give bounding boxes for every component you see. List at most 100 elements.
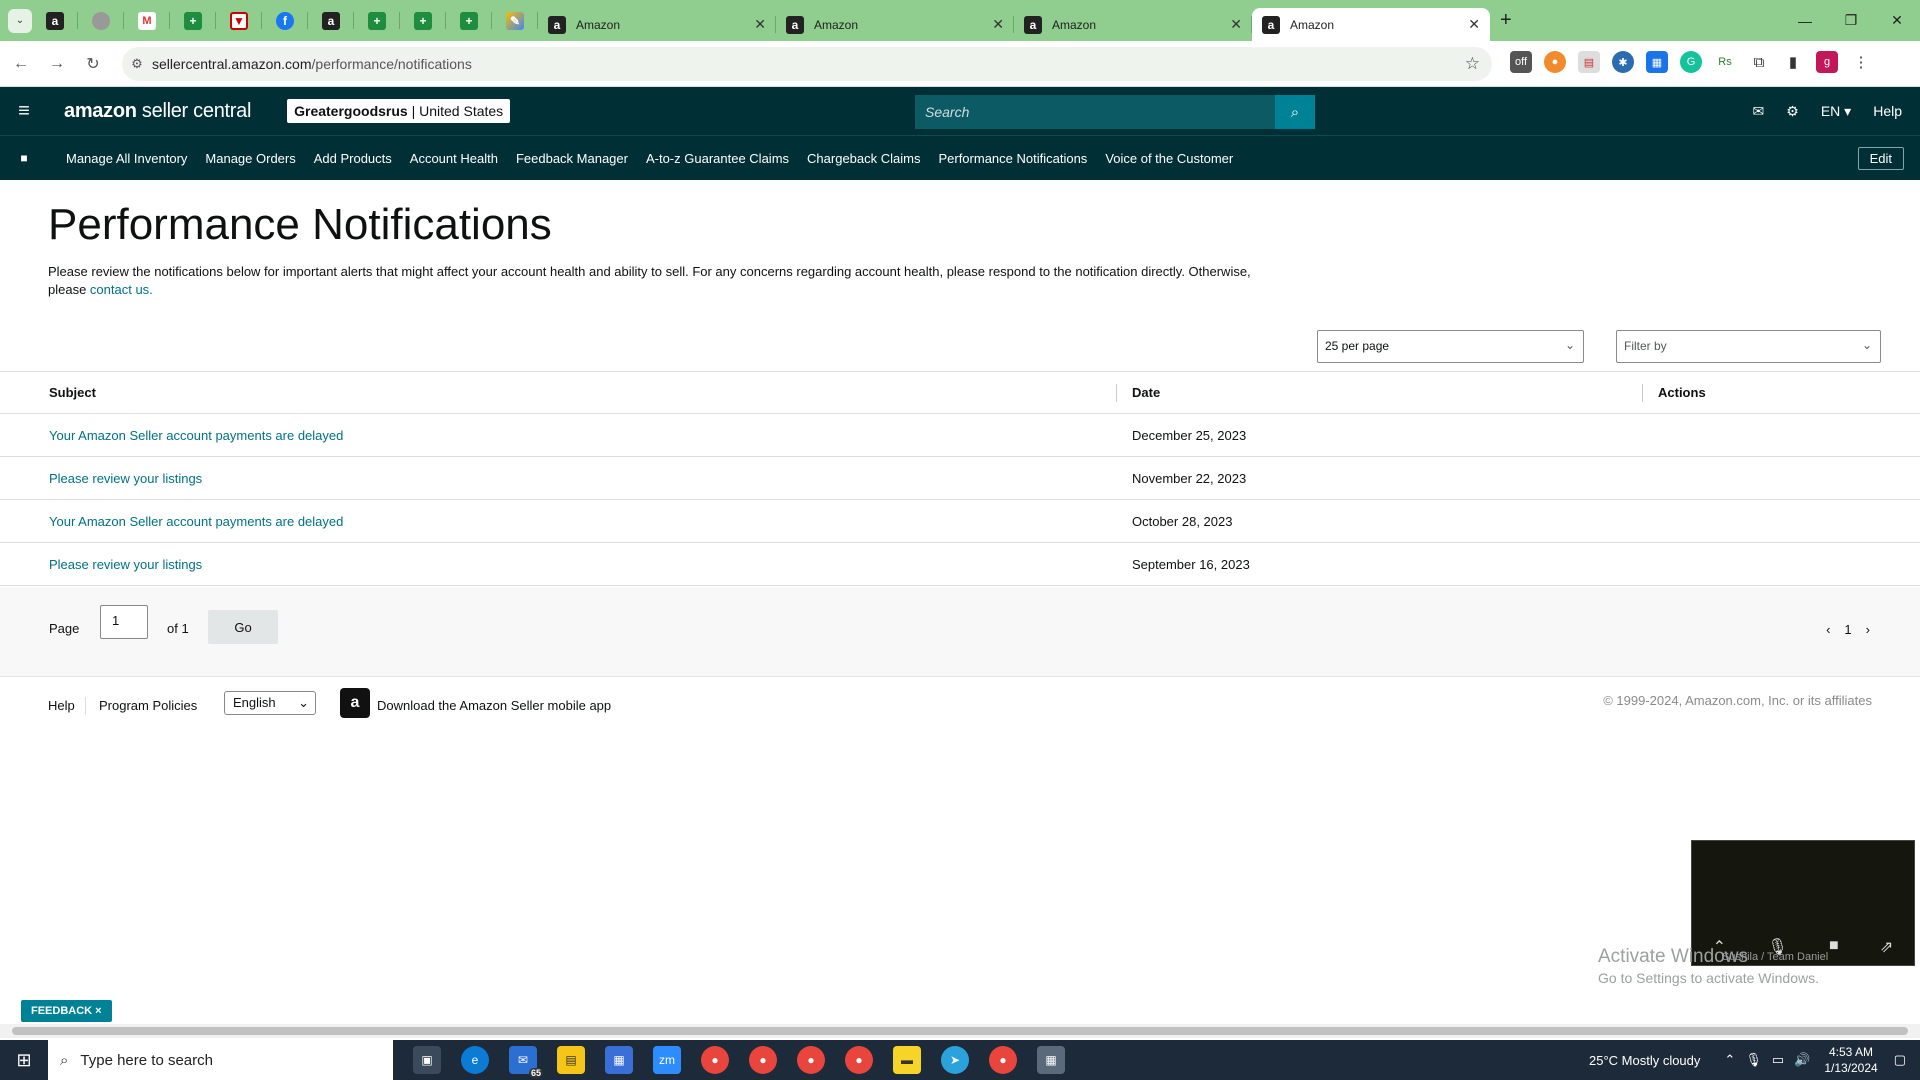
- pinned-tab[interactable]: M: [124, 0, 170, 41]
- nav-a-to-z-claims[interactable]: A-to-z Guarantee Claims: [646, 151, 789, 166]
- footer-language-select[interactable]: English ⌄: [224, 691, 316, 715]
- amazon-app-icon[interactable]: a: [340, 688, 370, 718]
- pinned-tab[interactable]: ✎: [492, 0, 538, 41]
- extension-orange-icon[interactable]: ●: [1544, 51, 1566, 73]
- pinned-tab[interactable]: +: [170, 0, 216, 41]
- filter-by-select[interactable]: Filter by ⌄: [1616, 330, 1881, 363]
- reload-icon[interactable]: ↻: [78, 54, 108, 74]
- clock[interactable]: 4:53 AM 1/13/2024: [1824, 1044, 1877, 1076]
- bookmark-star-icon[interactable]: ☆: [1465, 54, 1480, 74]
- minimize-icon[interactable]: —: [1782, 0, 1828, 41]
- zoom-icon[interactable]: zm: [653, 1046, 681, 1074]
- page-number-input[interactable]: 1: [100, 605, 148, 639]
- edge-icon[interactable]: e: [461, 1046, 489, 1074]
- pinned-tab[interactable]: [78, 0, 124, 41]
- subject-header[interactable]: Subject: [49, 385, 96, 400]
- windows-start-icon[interactable]: ⊞: [0, 1050, 48, 1071]
- close-icon[interactable]: ✕: [1468, 16, 1480, 33]
- hamburger-menu-icon[interactable]: ≡: [0, 100, 48, 123]
- scrollbar-thumb[interactable]: [12, 1027, 1908, 1035]
- chrome-icon[interactable]: ●: [749, 1046, 777, 1074]
- weather-widget[interactable]: 25°C Mostly cloudy: [1589, 1053, 1700, 1068]
- pinned-tab[interactable]: ▼: [216, 0, 262, 41]
- store-selector[interactable]: Greatergoodsrus | United States: [287, 99, 511, 123]
- chevron-up-icon[interactable]: ⌃: [1724, 1052, 1735, 1068]
- pinned-tab[interactable]: f: [262, 0, 308, 41]
- close-icon[interactable]: ✕: [1230, 16, 1242, 33]
- seller-central-logo[interactable]: amazon seller central: [64, 100, 251, 123]
- notification-subject-link[interactable]: Your Amazon Seller account payments are …: [49, 428, 343, 443]
- mail-icon[interactable]: ✉: [1753, 103, 1765, 120]
- pinned-tab[interactable]: +: [446, 0, 492, 41]
- extensions-puzzle-icon[interactable]: ⧉: [1748, 51, 1770, 73]
- notification-subject-link[interactable]: Please review your listings: [49, 557, 202, 572]
- microphone-icon[interactable]: 🎙: [1745, 1052, 1762, 1068]
- volume-icon[interactable]: 🔊: [1794, 1052, 1810, 1068]
- file-explorer-icon[interactable]: ▤: [557, 1046, 585, 1074]
- contact-us-link[interactable]: contact us.: [90, 282, 153, 297]
- bookmark-icon[interactable]: ■: [0, 151, 48, 165]
- store-icon[interactable]: ▦: [605, 1046, 633, 1074]
- program-policies-link[interactable]: Program Policies: [99, 698, 197, 713]
- browser-tab[interactable]: a Amazon ✕: [1252, 8, 1490, 41]
- chrome-icon[interactable]: ●: [701, 1046, 729, 1074]
- edit-nav-button[interactable]: Edit: [1857, 147, 1904, 170]
- search-input[interactable]: Search: [915, 95, 1275, 129]
- chrome-icon[interactable]: ●: [845, 1046, 873, 1074]
- date-header[interactable]: Date: [1132, 385, 1160, 400]
- extension-zoom-icon[interactable]: ▦: [1646, 51, 1668, 73]
- browser-tab[interactable]: a Amazon ✕: [776, 8, 1014, 41]
- feedback-button[interactable]: FEEDBACK ×: [21, 1000, 112, 1022]
- new-tab-button[interactable]: +: [1500, 9, 1512, 32]
- url-input[interactable]: ⚙ sellercentral.amazon.com/performance/n…: [122, 47, 1492, 81]
- notification-subject-link[interactable]: Your Amazon Seller account payments are …: [49, 514, 343, 529]
- language-selector[interactable]: EN ▾: [1821, 103, 1851, 120]
- extension-blue-icon[interactable]: ✱: [1612, 51, 1634, 73]
- nav-chargeback-claims[interactable]: Chargeback Claims: [807, 151, 920, 166]
- horizontal-scrollbar[interactable]: [0, 1024, 1920, 1038]
- go-button[interactable]: Go: [208, 610, 278, 644]
- chrome-icon[interactable]: ●: [989, 1046, 1017, 1074]
- browser-tab[interactable]: a Amazon ✕: [1014, 8, 1252, 41]
- taskbar-search-input[interactable]: ⌕ Type here to search: [48, 1040, 393, 1080]
- popout-icon[interactable]: ⇗: [1880, 937, 1893, 957]
- notification-icon[interactable]: ▢: [1894, 1052, 1906, 1068]
- current-page[interactable]: 1: [1844, 622, 1851, 637]
- browser-menu-icon[interactable]: ⋮: [1850, 51, 1872, 73]
- nav-performance-notifications[interactable]: Performance Notifications: [938, 151, 1087, 166]
- profile-avatar[interactable]: g: [1816, 51, 1838, 73]
- mail-icon[interactable]: ✉ 65: [509, 1046, 543, 1078]
- chevron-left-icon[interactable]: ‹: [1826, 622, 1830, 637]
- download-app-link[interactable]: Download the Amazon Seller mobile app: [377, 698, 611, 713]
- back-icon[interactable]: ←: [6, 55, 36, 73]
- network-icon[interactable]: ▭: [1772, 1052, 1784, 1068]
- tab-search-button[interactable]: ⌄: [8, 8, 32, 33]
- search-button[interactable]: ⌕: [1275, 95, 1315, 129]
- close-icon[interactable]: ✕: [754, 16, 766, 33]
- extension-ad-icon[interactable]: ▤: [1578, 51, 1600, 73]
- site-info-icon[interactable]: ⚙: [122, 56, 152, 72]
- task-view-icon[interactable]: ▣: [413, 1046, 441, 1074]
- notification-subject-link[interactable]: Please review your listings: [49, 471, 202, 486]
- gear-icon[interactable]: ⚙: [1786, 103, 1799, 120]
- footer-help-link[interactable]: Help: [48, 698, 75, 713]
- camera-icon[interactable]: ■: [1829, 937, 1839, 957]
- restore-icon[interactable]: ❐: [1828, 0, 1874, 41]
- chevron-right-icon[interactable]: ›: [1866, 622, 1870, 637]
- close-icon[interactable]: ✕: [992, 16, 1004, 33]
- calculator-icon[interactable]: ▦: [1037, 1046, 1065, 1074]
- nav-account-health[interactable]: Account Health: [410, 151, 498, 166]
- pinned-tab[interactable]: a: [32, 0, 78, 41]
- pinned-tab[interactable]: +: [400, 0, 446, 41]
- grammarly-icon[interactable]: G: [1680, 51, 1702, 73]
- help-link[interactable]: Help: [1873, 103, 1902, 119]
- forward-icon[interactable]: →: [42, 55, 72, 73]
- nav-voice-of-customer[interactable]: Voice of the Customer: [1105, 151, 1233, 166]
- close-icon[interactable]: ✕: [1874, 0, 1920, 41]
- extension-off-icon[interactable]: off: [1510, 51, 1532, 73]
- side-panel-icon[interactable]: ▮: [1782, 51, 1804, 73]
- pinned-tab[interactable]: a: [308, 0, 354, 41]
- nav-feedback-manager[interactable]: Feedback Manager: [516, 151, 628, 166]
- browser-tab[interactable]: a Amazon ✕: [538, 8, 776, 41]
- extension-rs-icon[interactable]: Rs: [1714, 51, 1736, 73]
